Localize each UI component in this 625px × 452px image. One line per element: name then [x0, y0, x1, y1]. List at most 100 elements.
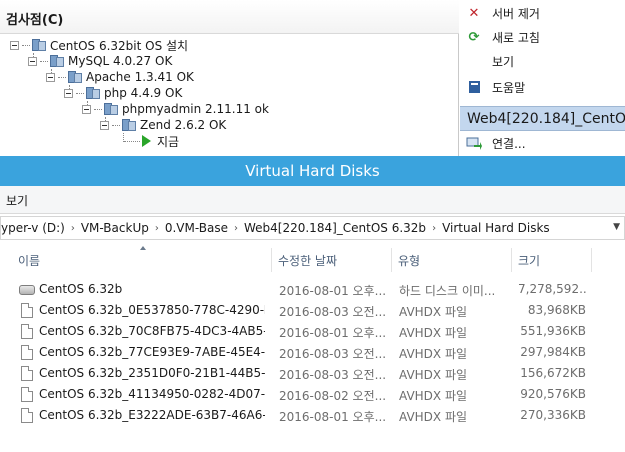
view-action[interactable]: 보기	[460, 50, 625, 72]
file-name: CentOS 6.32b_0E537850-778C-4290-B...	[39, 303, 265, 317]
file-explorer-window: Virtual Hard Disks 보기 yper-v (D:) › VM-B…	[0, 156, 625, 452]
checkpoint-node[interactable]: MySQL 4.0.27 OK	[28, 53, 172, 69]
chevron-right-icon[interactable]: ›	[153, 223, 161, 234]
file-name: CentOS 6.32b_70C8FB75-4DC3-4AB5-...	[39, 324, 265, 338]
file-row[interactable]: CentOS 6.32b_E3222ADE-63B7-46A6-9... 201…	[0, 405, 625, 426]
file-size: 270,336KB	[520, 408, 586, 422]
breadcrumb-item[interactable]: 0.VM-Base	[161, 221, 232, 235]
file-name: CentOS 6.32b_77CE93E9-7ABE-45E4-8...	[39, 345, 265, 359]
chevron-right-icon[interactable]: ›	[232, 223, 240, 234]
checkpoint-node[interactable]: phpmyadmin 2.11.11 ok	[82, 101, 269, 117]
file-date: 2016-08-03 오전...	[279, 305, 387, 319]
ribbon-menu: 보기	[0, 186, 625, 214]
checkpoint-node[interactable]: Zend 2.6.2 OK	[100, 117, 226, 133]
column-header-size[interactable]: 크기	[512, 248, 592, 272]
breadcrumb-item[interactable]: VM-BackUp	[77, 221, 153, 235]
collapse-icon[interactable]	[82, 104, 91, 114]
file-size: 7,278,592...	[518, 282, 586, 296]
file-date: 2016-08-01 오후...	[279, 284, 387, 298]
file-size: 156,672KB	[520, 366, 586, 380]
checkpoint-icon	[86, 86, 100, 100]
checkpoints-panel: 검사점(C) CentOS 6.32bit OS 설치 MySQL 4.0.27…	[0, 0, 459, 156]
file-name: CentOS 6.32b	[39, 282, 123, 296]
chevron-right-icon[interactable]: ›	[69, 223, 77, 234]
checkpoint-node[interactable]: php 4.4.9 OK	[64, 85, 182, 101]
file-row[interactable]: CentOS 6.32b_2351D0F0-21B1-44B5-8... 201…	[0, 363, 625, 384]
file-row[interactable]: CentOS 6.32b 2016-08-01 오후... 하드 디스크 이미.…	[0, 279, 625, 300]
column-header-date[interactable]: 수정한 날짜	[272, 248, 392, 272]
checkpoint-node[interactable]: Apache 1.3.41 OK	[46, 69, 194, 85]
action-label: 서버 제거	[492, 6, 540, 21]
column-header-name[interactable]: 이름	[12, 248, 272, 272]
file-row[interactable]: CentOS 6.32b_70C8FB75-4DC3-4AB5-... 2016…	[0, 321, 625, 342]
file-type: AVHDX 파일	[399, 326, 468, 340]
file-name: CentOS 6.32b_E3222ADE-63B7-46A6-9...	[39, 408, 265, 422]
file-type: AVHDX 파일	[399, 389, 468, 403]
file-icon	[21, 345, 33, 360]
action-label: 연결...	[492, 136, 526, 151]
checkpoint-icon	[104, 102, 118, 116]
address-bar[interactable]: yper-v (D:) › VM-BackUp › 0.VM-Base › We…	[0, 216, 625, 240]
checkpoint-icon	[50, 54, 64, 68]
breadcrumb-item[interactable]: Virtual Hard Disks	[438, 221, 554, 235]
checkpoints-title: 검사점(C)	[6, 13, 64, 28]
action-label: 보기	[492, 54, 515, 69]
chevron-right-icon[interactable]: ›	[430, 223, 438, 234]
delete-x-icon: ✕	[468, 5, 480, 21]
breadcrumb-item[interactable]: Web4[220.184]_CentOS 6.32b	[240, 221, 430, 235]
play-icon	[142, 135, 151, 147]
column-header-type[interactable]: 유형	[392, 248, 512, 272]
action-label: 새로 고침	[492, 30, 540, 45]
file-size: 551,936KB	[520, 324, 586, 338]
file-icon	[21, 303, 33, 318]
file-name: CentOS 6.32b_41134950-0282-4D07-8...	[39, 387, 265, 401]
file-type: AVHDX 파일	[399, 368, 468, 382]
window-title: Virtual Hard Disks	[0, 156, 625, 186]
disk-icon	[19, 285, 35, 295]
checkpoint-node[interactable]: CentOS 6.32bit OS 설치	[10, 37, 188, 53]
file-size: 297,984KB	[520, 345, 586, 359]
checkpoint-label: CentOS 6.32bit OS 설치	[50, 38, 189, 53]
checkpoint-label: 지금	[157, 134, 180, 149]
connect-icon	[466, 135, 482, 151]
file-date: 2016-08-03 오전...	[279, 347, 387, 361]
breadcrumb-item[interactable]: yper-v (D:)	[1, 221, 69, 235]
file-row[interactable]: CentOS 6.32b_41134950-0282-4D07-8... 201…	[0, 384, 625, 405]
collapse-icon[interactable]	[46, 72, 55, 82]
file-type: AVHDX 파일	[399, 410, 468, 424]
refresh-icon: ⟳	[468, 29, 480, 45]
file-size: 83,968KB	[527, 303, 586, 317]
file-type: AVHDX 파일	[399, 305, 468, 319]
file-name: CentOS 6.32b_2351D0F0-21B1-44B5-8...	[39, 366, 265, 380]
collapse-icon[interactable]	[10, 40, 19, 50]
remove-server-action[interactable]: ✕ 서버 제거	[460, 2, 625, 24]
file-date: 2016-08-01 오후...	[279, 410, 387, 424]
checkpoint-label: Zend 2.6.2 OK	[140, 118, 227, 132]
collapse-icon[interactable]	[64, 88, 73, 98]
connect-action[interactable]: 연결...	[460, 132, 625, 154]
checkpoint-label: Apache 1.3.41 OK	[86, 70, 194, 84]
file-date: 2016-08-02 오전...	[279, 389, 387, 403]
checkpoint-label: php 4.4.9 OK	[104, 86, 183, 100]
help-action[interactable]: 도움말	[460, 76, 625, 98]
file-row[interactable]: CentOS 6.32b_0E537850-778C-4290-B... 201…	[0, 300, 625, 321]
file-type: AVHDX 파일	[399, 347, 468, 361]
hyperv-manager-area: 검사점(C) CentOS 6.32bit OS 설치 MySQL 4.0.27…	[0, 0, 625, 156]
collapse-icon[interactable]	[100, 120, 109, 130]
checkpoint-label: phpmyadmin 2.11.11 ok	[122, 102, 269, 116]
checkpoint-label: MySQL 4.0.27 OK	[68, 54, 173, 68]
file-icon	[21, 387, 33, 402]
vm-section-header: Web4[220.184]_CentOS 6.32b	[460, 106, 625, 131]
file-icon	[21, 408, 33, 423]
chevron-down-icon[interactable]: ▼	[613, 222, 620, 232]
now-node[interactable]: 지금	[124, 133, 179, 149]
help-icon	[466, 79, 482, 95]
refresh-action[interactable]: ⟳ 새로 고침	[460, 26, 625, 48]
file-date: 2016-08-03 오전...	[279, 368, 387, 382]
checkpoint-icon	[122, 118, 136, 132]
collapse-icon[interactable]	[28, 56, 37, 66]
checkpoint-icon	[68, 70, 82, 84]
menu-view[interactable]: 보기	[6, 192, 28, 209]
file-row[interactable]: CentOS 6.32b_77CE93E9-7ABE-45E4-8... 201…	[0, 342, 625, 363]
checkpoints-header: 검사점(C)	[0, 0, 459, 34]
